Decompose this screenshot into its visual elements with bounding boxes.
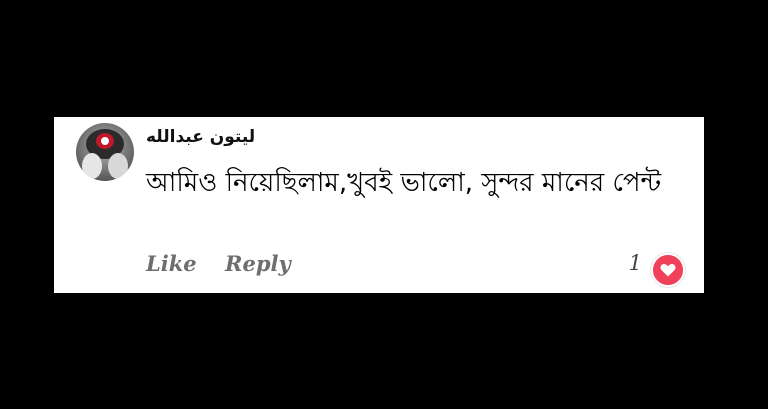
comment-card: ليتون عبدالله আমিও নিয়েছিলাম,খুবই ভালো,… bbox=[54, 117, 704, 293]
reaction-count[interactable]: 1 bbox=[629, 251, 642, 275]
like-button[interactable]: Like bbox=[146, 251, 197, 276]
avatar[interactable] bbox=[76, 123, 134, 181]
reply-button[interactable]: Reply bbox=[225, 251, 291, 276]
screen-background: ليتون عبدالله আমিও নিয়েছিলাম,খুবই ভালো,… bbox=[0, 0, 768, 409]
heart-icon-glyph bbox=[660, 264, 676, 277]
heart-icon[interactable] bbox=[651, 253, 685, 287]
comment-author-name[interactable]: ليتون عبدالله bbox=[146, 127, 255, 147]
comment-text: আমিও নিয়েছিলাম,খুবই ভালো, সুন্দর মানের … bbox=[146, 168, 662, 198]
